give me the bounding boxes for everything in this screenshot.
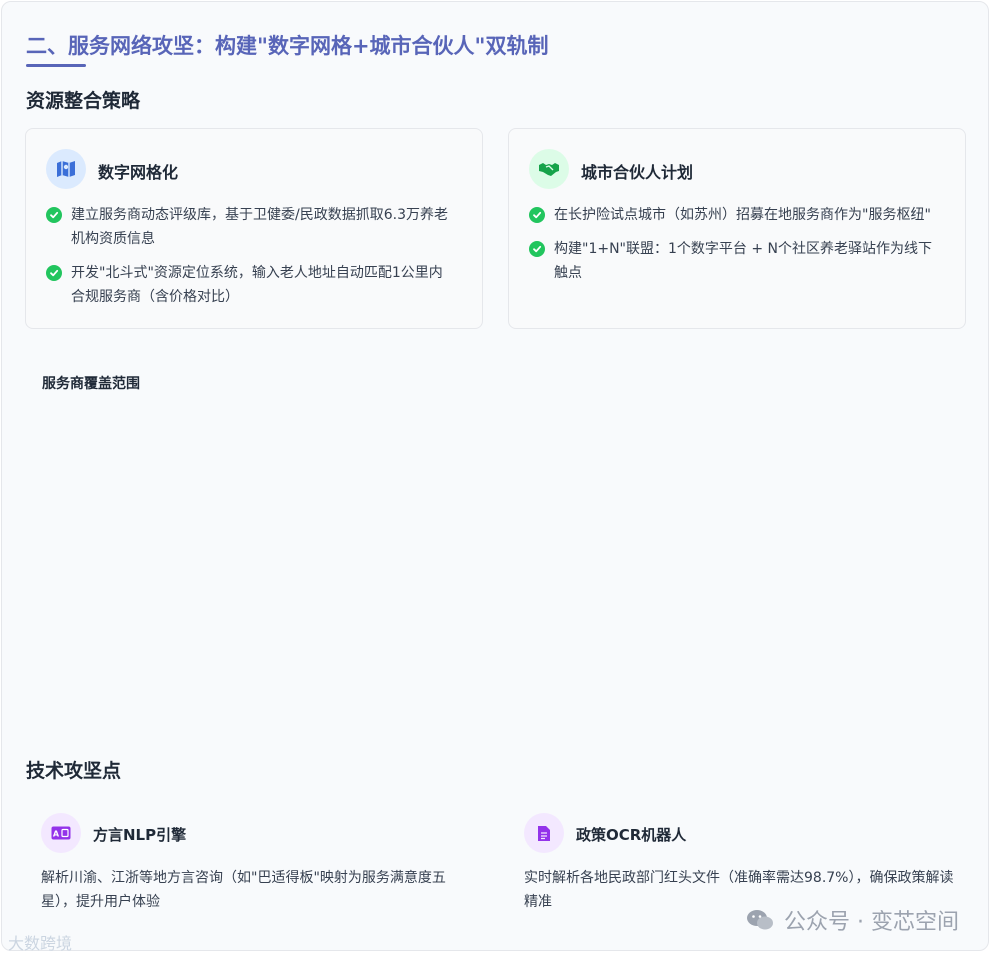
bullet-list: 建立服务商动态评级库，基于卫健委/民政数据抓取6.3万养老机构资质信息 开发"北… bbox=[46, 203, 456, 319]
tech-title: 政策OCR机器人 bbox=[576, 826, 687, 844]
list-item: 在长护险试点城市（如苏州）招募在地服务商作为"服务枢纽" bbox=[529, 203, 939, 227]
watermark-text: 公众号 · 变芯空间 bbox=[784, 910, 959, 935]
tech-description: 解析川渝、江浙等地方言咨询（如"巴适得板"映射为服务满意度五星），提升用户体验 bbox=[41, 870, 446, 910]
list-item: 构建"1+N"联盟：1个数字平台 + N个社区养老驿站作为线下触点 bbox=[529, 237, 939, 285]
handshake-icon bbox=[529, 149, 569, 189]
coverage-chart-title: 服务商覆盖范围 bbox=[42, 376, 140, 392]
panel-title: 数字网格化 bbox=[98, 163, 179, 182]
tech-heading: 技术攻坚点 bbox=[26, 760, 122, 782]
check-circle-icon bbox=[529, 207, 545, 223]
tech-title: 方言NLP引擎 bbox=[93, 826, 187, 844]
check-circle-icon bbox=[46, 265, 62, 281]
check-circle-icon bbox=[46, 207, 62, 223]
watermark: 公众号 · 变芯空间 bbox=[746, 904, 959, 936]
check-circle-icon bbox=[529, 241, 545, 257]
watermark-left: 大数跨境 bbox=[8, 934, 73, 953]
map-icon bbox=[46, 149, 86, 189]
wechat-icon bbox=[747, 910, 774, 930]
panel-city-partner: 城市合伙人计划 在长护险试点城市（如苏州）招募在地服务商作为"服务枢纽" 构建"… bbox=[508, 128, 966, 329]
list-item: 建立服务商动态评级库，基于卫健委/民政数据抓取6.3万养老机构资质信息 bbox=[46, 203, 456, 251]
resource-heading: 资源整合策略 bbox=[26, 90, 141, 112]
content-card: 二、服务网络攻坚：构建"数字网格+城市合伙人"双轨制 资源整合策略 数字网格化 … bbox=[1, 1, 989, 951]
panel-digital-grid: 数字网格化 建立服务商动态评级库，基于卫健委/民政数据抓取6.3万养老机构资质信… bbox=[25, 128, 483, 329]
document-icon bbox=[524, 813, 564, 853]
panel-title: 城市合伙人计划 bbox=[581, 163, 694, 182]
bullet-list: 在长护险试点城市（如苏州）招募在地服务商作为"服务枢纽" 构建"1+N"联盟：1… bbox=[529, 203, 939, 295]
svg-text:A: A bbox=[53, 830, 60, 839]
translate-icon: A bbox=[41, 813, 81, 853]
title-underline bbox=[26, 64, 86, 67]
list-item: 开发"北斗式"资源定位系统，输入老人地址自动匹配1公里内合规服务商（含价格对比） bbox=[46, 261, 456, 309]
page-title: 二、服务网络攻坚：构建"数字网格+城市合伙人"双轨制 bbox=[26, 34, 549, 58]
